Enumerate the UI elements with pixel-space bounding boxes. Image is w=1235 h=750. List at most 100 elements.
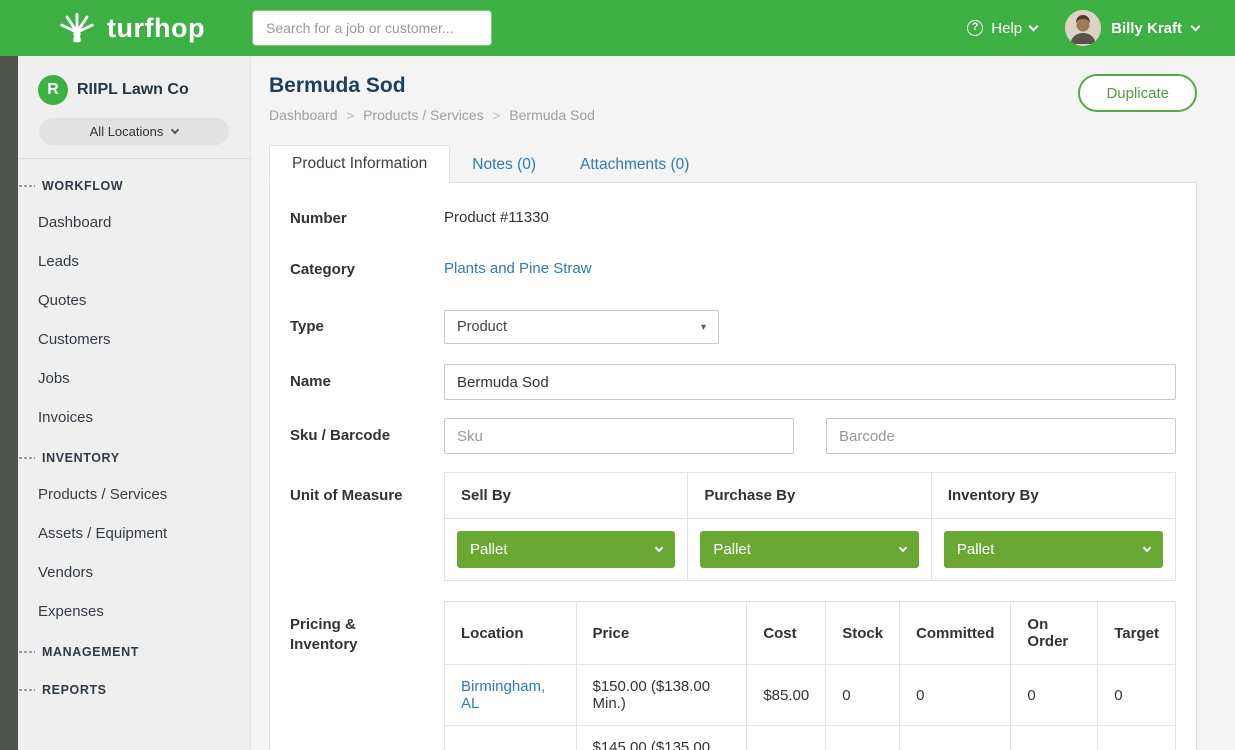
barcode-input[interactable] xyxy=(826,418,1176,454)
pricing-col-committed: Committed xyxy=(900,602,1011,665)
sidebar-item-leads[interactable]: Leads xyxy=(18,242,250,281)
breadcrumb-current: Bermuda Sod xyxy=(509,107,595,123)
cost-cell: $80.00 xyxy=(747,726,826,750)
breadcrumb-products-services[interactable]: Products / Services xyxy=(363,107,484,123)
chevron-down-icon xyxy=(899,544,907,552)
category-label: Category xyxy=(290,260,444,280)
tab-bar: Product Information Notes (0) Attachment… xyxy=(269,145,1197,183)
sidebar: R RIIPL Lawn Co All Locations WORKFLOW D… xyxy=(18,56,251,750)
pricing-inventory-label: Pricing & Inventory xyxy=(290,601,444,750)
global-search xyxy=(253,11,491,45)
stock-cell: 0 xyxy=(826,665,900,726)
unit-of-measure-table: Sell By Purchase By Inventory By Palle xyxy=(444,472,1176,581)
all-locations-dropdown[interactable]: All Locations xyxy=(39,118,229,145)
breadcrumb-dashboard[interactable]: Dashboard xyxy=(269,107,338,123)
duplicate-button[interactable]: Duplicate xyxy=(1078,74,1197,112)
sell-by-value: Pallet xyxy=(470,541,508,558)
section-dashes-icon xyxy=(19,185,35,187)
target-cell: 0 xyxy=(1098,726,1176,750)
pricing-col-price: Price xyxy=(576,602,747,665)
uom-col-inventory-by: Inventory By xyxy=(931,473,1175,519)
app-root: turfhop ? Help Billy Kraft xyxy=(0,0,1235,750)
user-name: Billy Kraft xyxy=(1111,20,1182,37)
pricing-col-on-order: On Order xyxy=(1011,602,1098,665)
stock-cell: 0 xyxy=(826,726,900,750)
location-link-birmingham[interactable]: Birmingham, AL xyxy=(461,678,545,712)
product-information-panel: Number Product #11330 Category Plants an… xyxy=(269,182,1197,750)
sprinkler-icon xyxy=(57,8,97,49)
sku-input[interactable] xyxy=(444,418,794,454)
sidebar-item-jobs[interactable]: Jobs xyxy=(18,359,250,398)
user-menu[interactable]: Billy Kraft xyxy=(1065,10,1199,46)
sidebar-item-expenses[interactable]: Expenses xyxy=(18,592,250,631)
sidebar-item-dashboard[interactable]: Dashboard xyxy=(18,203,250,242)
uom-col-purchase-by: Purchase By xyxy=(688,473,931,519)
chevron-down-icon: ▾ xyxy=(701,322,706,333)
sell-by-select[interactable]: Pallet xyxy=(457,531,675,568)
type-label: Type xyxy=(290,317,444,337)
page-title: Bermuda Sod xyxy=(269,74,595,98)
sidebar-item-quotes[interactable]: Quotes xyxy=(18,281,250,320)
sidebar-item-customers[interactable]: Customers xyxy=(18,320,250,359)
main-content: Bermuda Sod Dashboard > Products / Servi… xyxy=(251,56,1235,750)
sku-barcode-label: Sku / Barcode xyxy=(290,426,444,446)
sidebar-item-assets-equipment[interactable]: Assets / Equipment xyxy=(18,514,250,553)
help-label: Help xyxy=(991,20,1022,37)
unit-of-measure-label: Unit of Measure xyxy=(290,472,444,581)
section-dashes-icon xyxy=(19,689,35,691)
sidebar-header: R RIIPL Lawn Co All Locations xyxy=(18,70,250,159)
pricing-col-cost: Cost xyxy=(747,602,826,665)
locations-label: All Locations xyxy=(90,124,164,139)
table-row: Opelika, AL $145.00 ($135.00 Min.) $80.0… xyxy=(445,726,1176,750)
pricing-col-location: Location xyxy=(445,602,577,665)
chevron-down-icon xyxy=(655,544,663,552)
breadcrumb-separator-icon: > xyxy=(493,108,501,123)
nav-section-reports[interactable]: REPORTS xyxy=(18,669,250,707)
brand-name: turfhop xyxy=(107,13,205,44)
sidebar-item-products-services[interactable]: Products / Services xyxy=(18,475,250,514)
pricing-col-target: Target xyxy=(1098,602,1176,665)
committed-cell: 0 xyxy=(900,665,1011,726)
brand-logo[interactable]: turfhop xyxy=(57,8,253,49)
nav-section-management[interactable]: MANAGEMENT xyxy=(18,631,250,669)
nav-section-inventory[interactable]: INVENTORY xyxy=(18,437,250,475)
topbar: turfhop ? Help Billy Kraft xyxy=(0,0,1235,56)
company-name: RIIPL Lawn Co xyxy=(77,81,189,99)
sidebar-item-invoices[interactable]: Invoices xyxy=(18,398,250,437)
help-menu[interactable]: ? Help xyxy=(967,20,1037,37)
target-cell: 0 xyxy=(1098,665,1176,726)
search-input[interactable] xyxy=(253,11,491,45)
number-value: Product #11330 xyxy=(444,209,1176,229)
uom-col-sell-by: Sell By xyxy=(445,473,688,519)
chevron-down-icon xyxy=(171,125,179,133)
chevron-down-icon xyxy=(1029,21,1039,31)
category-link[interactable]: Plants and Pine Straw xyxy=(444,260,592,277)
on-order-cell: 0 xyxy=(1011,726,1098,750)
tab-notes[interactable]: Notes (0) xyxy=(450,147,558,183)
tab-product-information[interactable]: Product Information xyxy=(269,145,450,183)
type-select[interactable]: Product ▾ xyxy=(444,310,719,344)
nav-section-workflow[interactable]: WORKFLOW xyxy=(18,165,250,203)
purchase-by-value: Pallet xyxy=(713,541,751,558)
name-input[interactable] xyxy=(444,364,1176,400)
pricing-col-stock: Stock xyxy=(826,602,900,665)
section-dashes-icon xyxy=(19,651,35,653)
nav-section-label: MANAGEMENT xyxy=(42,645,139,659)
inventory-by-select[interactable]: Pallet xyxy=(944,531,1163,568)
price-cell: $150.00 ($138.00 Min.) xyxy=(576,665,747,726)
nav-section-label: INVENTORY xyxy=(42,451,120,465)
nav-section-label: WORKFLOW xyxy=(42,179,123,193)
type-select-value: Product xyxy=(457,319,507,335)
sidebar-item-vendors[interactable]: Vendors xyxy=(18,553,250,592)
table-row: Birmingham, AL $150.00 ($138.00 Min.) $8… xyxy=(445,665,1176,726)
cost-cell: $85.00 xyxy=(747,665,826,726)
breadcrumb-separator-icon: > xyxy=(347,108,355,123)
company-logo: R xyxy=(38,75,68,105)
committed-cell: 0 xyxy=(900,726,1011,750)
company: R RIIPL Lawn Co xyxy=(18,70,250,118)
name-label: Name xyxy=(290,372,444,392)
left-rail xyxy=(0,56,18,750)
purchase-by-select[interactable]: Pallet xyxy=(700,531,918,568)
avatar xyxy=(1065,10,1101,46)
tab-attachments[interactable]: Attachments (0) xyxy=(558,147,711,183)
